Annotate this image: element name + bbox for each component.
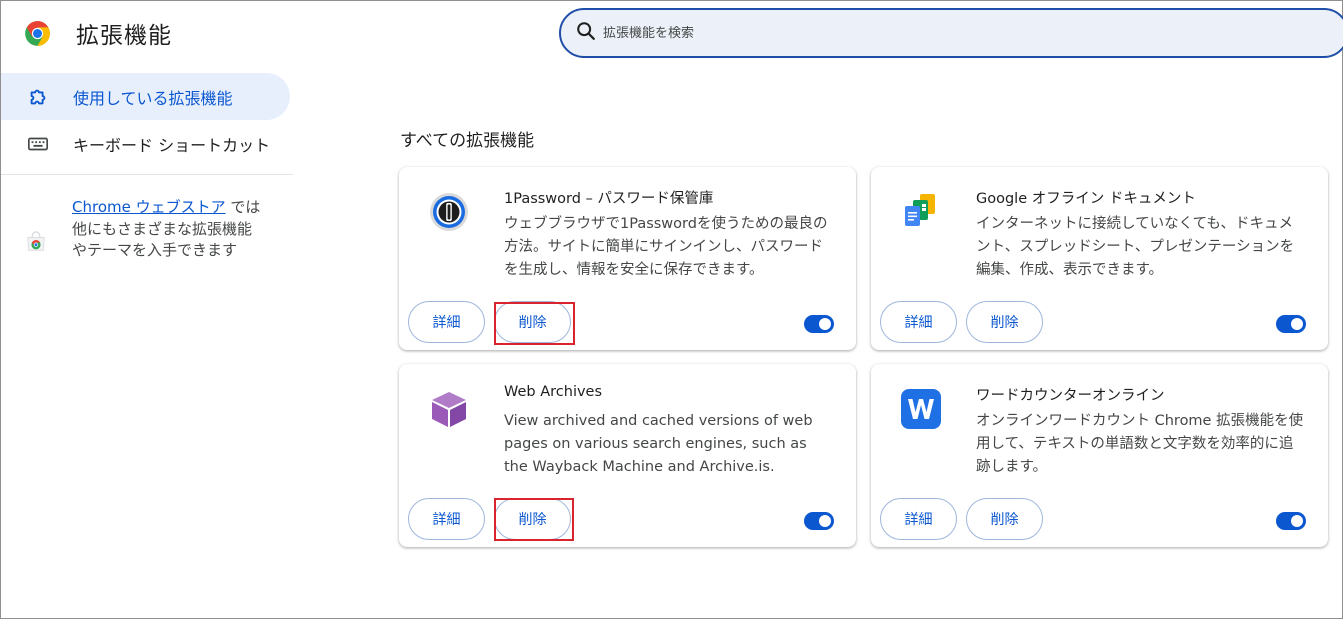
enable-toggle[interactable] <box>804 512 834 530</box>
remove-button[interactable]: 削除 <box>494 301 571 343</box>
webstore-link[interactable]: Chrome ウェブストア <box>72 198 226 216</box>
sidebar: 使用している拡張機能 キーボード ショートカット <box>1 73 293 167</box>
details-button[interactable]: 詳細 <box>880 301 957 343</box>
extension-name: 1Password – パスワード保管庫 <box>504 191 714 207</box>
extension-description: View archived and cached versions of web… <box>504 413 813 475</box>
extension-name: ワードカウンターオンライン <box>976 388 1165 404</box>
enable-toggle[interactable] <box>1276 315 1306 333</box>
extension-name: Web Archives <box>504 384 603 400</box>
sidebar-item-my-extensions[interactable]: 使用している拡張機能 <box>1 73 290 120</box>
extension-name: Google オフライン ドキュメント <box>976 191 1196 207</box>
google-docs-offline-icon <box>901 192 941 232</box>
extension-description: インターネットに接続していなくても、ドキュメント、スプレッドシート、プレゼンテー… <box>976 216 1295 278</box>
details-button[interactable]: 詳細 <box>408 301 485 343</box>
web-archives-cube-icon <box>429 389 469 429</box>
sidebar-item-keyboard-shortcuts[interactable]: キーボード ショートカット <box>1 120 293 167</box>
enable-toggle[interactable] <box>804 315 834 333</box>
webstore-promo: Chrome ウェブストア では他にもさまざまな拡張機能やテーマを入手できます <box>25 197 265 262</box>
search-bar[interactable] <box>559 8 1343 58</box>
remove-button[interactable]: 削除 <box>494 498 571 540</box>
webstore-promo-text: Chrome ウェブストア では他にもさまざまな拡張機能やテーマを入手できます <box>72 197 265 262</box>
extension-card-web-archives: Web Archives View archived and cached ve… <box>399 364 856 547</box>
details-button[interactable]: 詳細 <box>880 498 957 540</box>
sidebar-item-label: キーボード ショートカット <box>73 135 271 155</box>
sidebar-divider <box>1 174 293 175</box>
extension-description: オンラインワードカウント Chrome 拡張機能を使用して、テキストの単語数と文… <box>976 413 1304 475</box>
extension-card-google-docs-offline: Google オフライン ドキュメント インターネットに接続していなくても、ドキ… <box>871 167 1328 350</box>
keyboard-icon <box>25 131 51 157</box>
extension-card-word-counter: ワードカウンターオンライン オンラインワードカウント Chrome 拡張機能を使… <box>871 364 1328 547</box>
sidebar-item-label: 使用している拡張機能 <box>73 88 233 108</box>
extension-description: ウェブブラウザで1Passwordを使うための最良の方法。サイトに簡単にサインイ… <box>504 216 828 278</box>
search-icon <box>575 20 597 46</box>
puzzle-icon <box>25 84 51 110</box>
webstore-icon <box>25 231 47 253</box>
enable-toggle[interactable] <box>1276 512 1306 530</box>
chrome-logo-icon <box>24 20 51 47</box>
details-button[interactable]: 詳細 <box>408 498 485 540</box>
extension-card-1password: 1Password – パスワード保管庫 ウェブブラウザで1Passwordを使… <box>399 167 856 350</box>
word-counter-w-icon <box>901 389 941 429</box>
remove-button[interactable]: 削除 <box>966 498 1043 540</box>
onepassword-icon <box>429 192 469 232</box>
section-title: すべての拡張機能 <box>400 131 535 151</box>
search-input[interactable] <box>603 25 1203 41</box>
remove-button[interactable]: 削除 <box>966 301 1043 343</box>
page-title: 拡張機能 <box>76 23 172 49</box>
